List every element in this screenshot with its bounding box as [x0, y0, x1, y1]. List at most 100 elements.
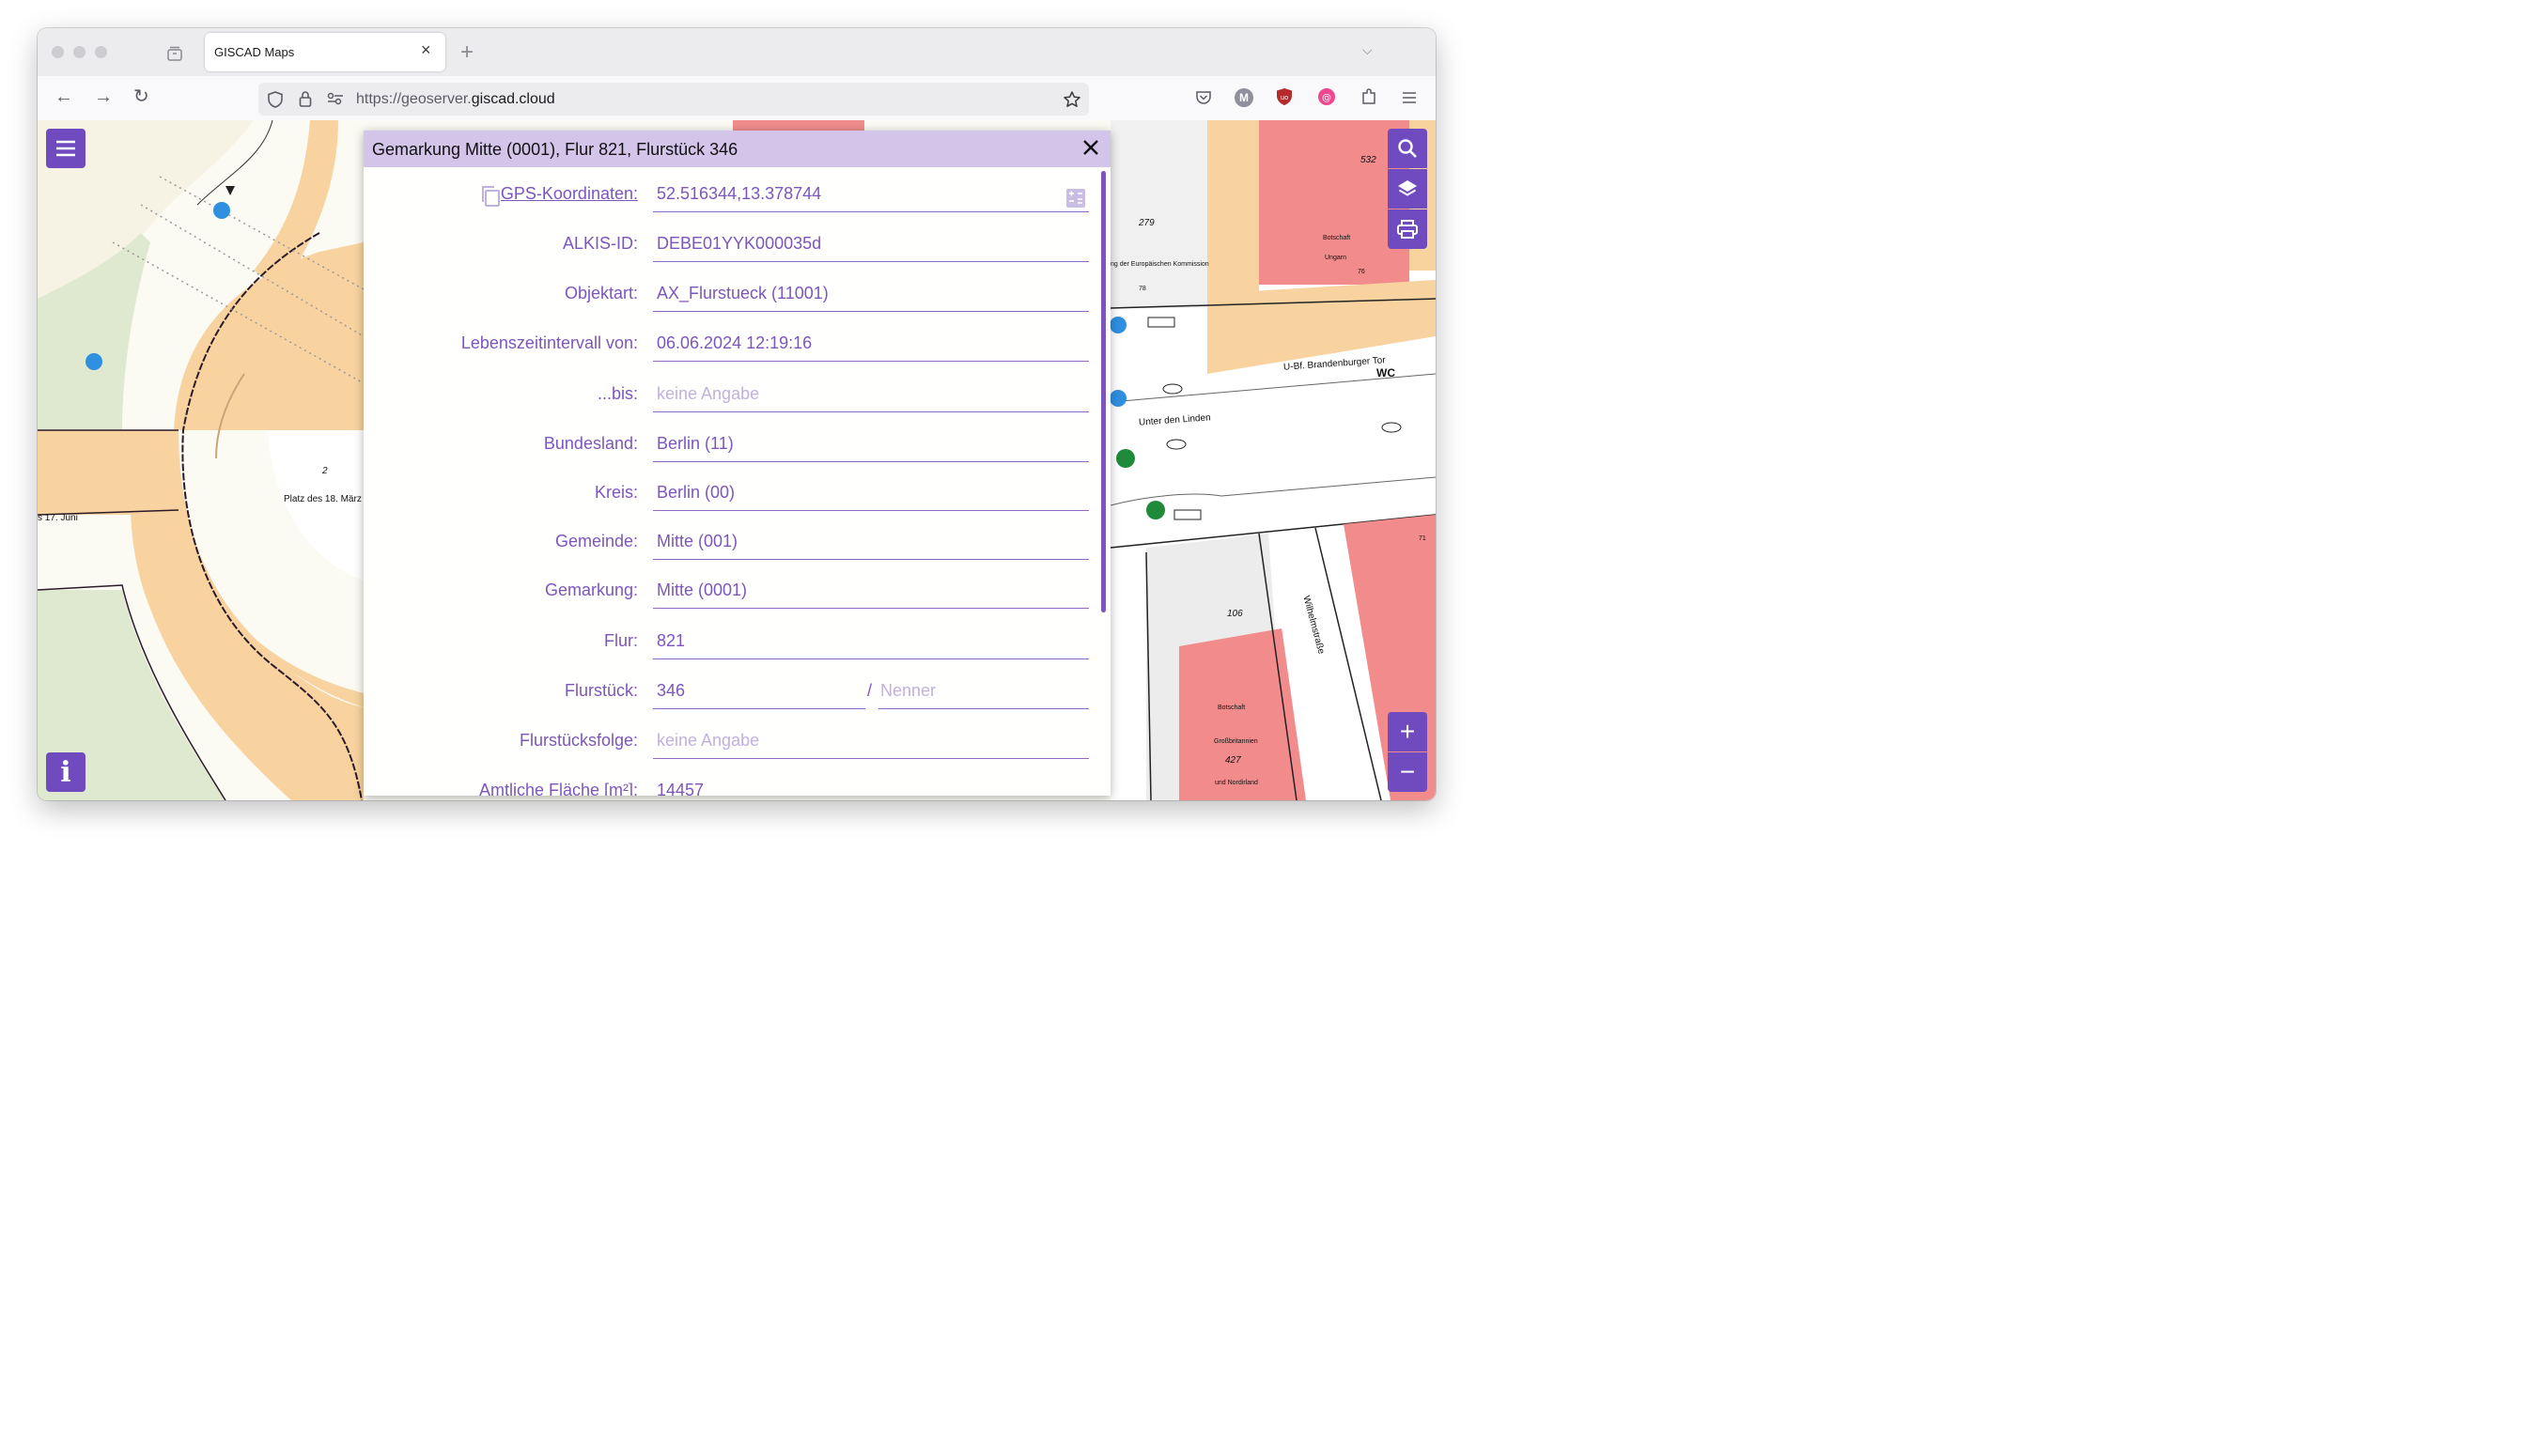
field-amtliche-flaeche: Amtliche Fläche [m²]: 14457 [364, 770, 1111, 796]
field-underline [653, 608, 1089, 609]
field-value: Mitte (0001) [657, 581, 748, 599]
field-gemarkung: Gemarkung: Mitte (0001) [364, 570, 1111, 620]
extensions-puzzle-icon[interactable] [1360, 87, 1377, 106]
map-label-279: 279 [1139, 218, 1155, 228]
back-button[interactable]: ← [54, 85, 73, 108]
extension-badge-icon[interactable]: @ [1317, 87, 1336, 106]
field-label: Bundesland: [543, 434, 638, 453]
parcel-info-panel: Gemarkung Mitte (0001), Flur 821, Flurst… [364, 131, 1111, 796]
field-underline [653, 510, 1089, 511]
search-icon [1398, 139, 1417, 158]
close-icon[interactable] [1080, 136, 1102, 159]
field-underline [653, 559, 1089, 560]
field-lebenszeit-von: Lebenszeitintervall von: 06.06.2024 12:1… [364, 323, 1111, 373]
map-label-kommission: ng der Europäischen Kommission [1111, 261, 1209, 268]
tab-bar: GISCAD Maps × + ⌵ [38, 28, 1436, 76]
map-label-platz-number: 2 [322, 466, 328, 476]
browser-window: GISCAD Maps × + ⌵ ← → ↻ https://geoserve… [38, 28, 1436, 800]
layers-button[interactable] [1388, 169, 1427, 209]
field-underline [653, 261, 1089, 262]
svg-text:@: @ [1322, 93, 1331, 103]
zoom-out-button[interactable]: − [1388, 752, 1427, 792]
calculator-icon[interactable] [1065, 188, 1086, 209]
field-value: AX_Flurstueck (11001) [657, 284, 829, 302]
shield-icon[interactable] [268, 91, 283, 108]
field-value: keine Angabe [657, 384, 760, 403]
field-label: Flurstücksfolge: [519, 731, 638, 750]
permissions-icon[interactable] [327, 92, 344, 105]
map-label-wc: WC [1376, 366, 1395, 379]
layers-icon [1398, 180, 1417, 196]
field-value: 14457 [657, 781, 705, 796]
map-label-strasse: s 17. Juni [38, 513, 78, 523]
map-label-532: 532 [1360, 155, 1376, 165]
main-menu-button[interactable] [46, 129, 85, 168]
map-label-71: 71 [1419, 535, 1426, 542]
tab-list-chevron-icon[interactable]: ⌵ [1362, 42, 1373, 58]
url-text[interactable]: https://geoserver.giscad.cloud [356, 91, 555, 108]
navigation-bar: ← → ↻ https://geoserver.giscad.cloud M u… [38, 76, 1436, 121]
field-underline [653, 461, 1089, 462]
forward-button[interactable]: → [94, 85, 113, 108]
field-value: 346 [657, 681, 686, 700]
denominator-underline [878, 708, 1089, 709]
field-flurstuecksfolge: Flurstücksfolge: keine Angabe [364, 720, 1111, 770]
field-underline [653, 211, 1089, 212]
panel-scrollbar[interactable] [1101, 171, 1106, 612]
map-canvas[interactable]: Platz des 18. März s 17. Juni 2 U-Bf. Br… [38, 120, 1436, 800]
gps-link[interactable]: GPS-Koordinaten: [501, 184, 638, 204]
panel-header: Gemarkung Mitte (0001), Flur 821, Flurst… [364, 131, 1111, 167]
new-tab-button[interactable]: + [460, 39, 474, 66]
map-label-nordirland: und Nordirland [1215, 780, 1258, 786]
field-label: ...bis: [597, 384, 638, 403]
copy-icon[interactable] [480, 185, 501, 208]
field-label: Amtliche Fläche [m²]: [478, 781, 638, 796]
field-underline [653, 758, 1089, 759]
field-label: Gemarkung: [544, 581, 638, 599]
url-prefix: https://geoserver. [356, 91, 472, 107]
field-flurstueck: Flurstück: 346 / Nenner [364, 671, 1111, 720]
field-objektart: Objektart: AX_Flurstueck (11001) [364, 273, 1111, 323]
url-bar[interactable]: https://geoserver.giscad.cloud [258, 83, 1089, 116]
field-value: Berlin (00) [657, 483, 736, 502]
pocket-icon[interactable] [1195, 89, 1212, 106]
field-underline [653, 361, 1089, 362]
gps-value: 52.516344,13.378744 [657, 184, 822, 203]
map-label-78: 78 [1139, 286, 1146, 292]
search-button[interactable] [1388, 129, 1427, 168]
close-window-button[interactable] [52, 46, 64, 58]
bookmark-star-icon[interactable] [1063, 90, 1081, 109]
map-label-botschaft-ungarn: Botschaft [1323, 235, 1351, 241]
tab-overview-icon[interactable] [166, 45, 183, 62]
map-label-427: 427 [1225, 755, 1241, 766]
field-alkis-id: ALKIS-ID: DEBE01YYK000035d [364, 224, 1111, 273]
menu-hamburger-icon[interactable] [1402, 91, 1417, 104]
field-label: Gemeinde: [554, 532, 638, 550]
field-gemeinde: Gemeinde: Mitte (001) [364, 521, 1111, 571]
field-label: Kreis: [594, 483, 638, 502]
tab-close-icon[interactable]: × [421, 40, 431, 60]
lock-icon[interactable] [299, 90, 312, 107]
ublock-origin-icon[interactable]: uo [1276, 87, 1293, 106]
field-lebenszeit-bis: ...bis: keine Angabe [364, 374, 1111, 424]
zoom-in-button[interactable]: + [1388, 712, 1427, 751]
field-value: Mitte (001) [657, 532, 738, 550]
field-label: Flurstück: [564, 681, 638, 700]
map-label-grossbritannien: Großbritannien [1214, 738, 1258, 745]
menu-icon [56, 140, 75, 157]
field-underline [653, 311, 1089, 312]
field-label: Objektart: [564, 284, 638, 302]
print-button[interactable] [1388, 209, 1427, 249]
tab-giscad-maps[interactable]: GISCAD Maps × [205, 33, 445, 71]
map-label-botschaft-gb: Botschaft [1218, 705, 1246, 711]
field-bundesland: Bundesland: Berlin (11) [364, 424, 1111, 473]
minimize-window-button[interactable] [73, 46, 85, 58]
field-underline [653, 658, 1089, 659]
maximize-window-button[interactable] [95, 46, 107, 58]
denominator-placeholder: Nenner [880, 681, 937, 700]
account-avatar[interactable]: M [1235, 88, 1253, 107]
info-button[interactable]: i [46, 752, 85, 792]
map-label-106: 106 [1227, 609, 1243, 619]
map-label-ungarn: Ungarn [1325, 255, 1346, 261]
reload-button[interactable]: ↻ [133, 85, 149, 108]
